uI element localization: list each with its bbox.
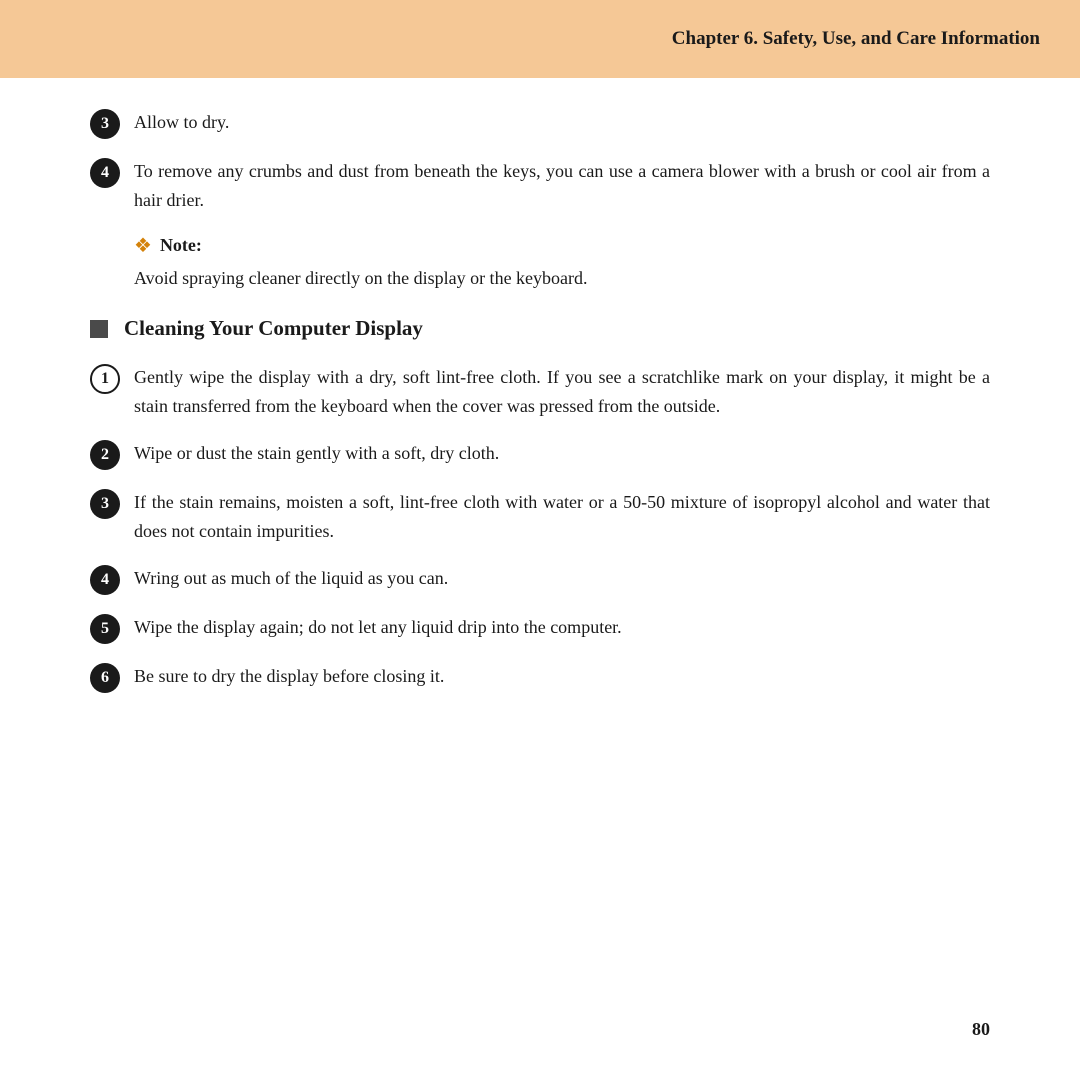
display-text-4: Wring out as much of the liquid as you c… bbox=[134, 564, 990, 593]
item-text-3: Allow to dry. bbox=[134, 108, 990, 137]
display-num-6: 6 bbox=[90, 663, 120, 693]
display-item-5: 5 Wipe the display again; do not let any… bbox=[90, 613, 990, 644]
item-number-4: 4 bbox=[90, 158, 120, 188]
display-num-3: 3 bbox=[90, 489, 120, 519]
section-title: Cleaning Your Computer Display bbox=[124, 316, 423, 341]
display-num-5: 5 bbox=[90, 614, 120, 644]
note-label: Note: bbox=[160, 235, 202, 256]
initial-item-4: 4 To remove any crumbs and dust from ben… bbox=[90, 157, 990, 215]
display-item-3: 3 If the stain remains, moisten a soft, … bbox=[90, 488, 990, 546]
display-num-4: 4 bbox=[90, 565, 120, 595]
content: 3 Allow to dry. 4 To remove any crumbs a… bbox=[0, 78, 1080, 741]
display-text-1: Gently wipe the display with a dry, soft… bbox=[134, 363, 990, 421]
display-item-4: 4 Wring out as much of the liquid as you… bbox=[90, 564, 990, 595]
page-number: 80 bbox=[972, 1019, 990, 1040]
display-text-5: Wipe the display again; do not let any l… bbox=[134, 613, 990, 642]
display-num-2: 2 bbox=[90, 440, 120, 470]
display-text-3: If the stain remains, moisten a soft, li… bbox=[134, 488, 990, 546]
display-item-2: 2 Wipe or dust the stain gently with a s… bbox=[90, 439, 990, 470]
display-item-1: 1 Gently wipe the display with a dry, so… bbox=[90, 363, 990, 421]
initial-item-3: 3 Allow to dry. bbox=[90, 108, 990, 139]
display-text-6: Be sure to dry the display before closin… bbox=[134, 662, 990, 691]
section-square-icon bbox=[90, 320, 108, 338]
note-text: Avoid spraying cleaner directly on the d… bbox=[134, 264, 990, 293]
chapter-title: Chapter 6. Safety, Use, and Care Informa… bbox=[672, 28, 1040, 49]
display-text-2: Wipe or dust the stain gently with a sof… bbox=[134, 439, 990, 468]
item-text-4: To remove any crumbs and dust from benea… bbox=[134, 157, 990, 215]
display-num-1: 1 bbox=[90, 364, 120, 394]
display-item-6: 6 Be sure to dry the display before clos… bbox=[90, 662, 990, 693]
header: Chapter 6. Safety, Use, and Care Informa… bbox=[0, 0, 1080, 78]
note-header: ❖ Note: bbox=[134, 233, 990, 258]
section-heading: Cleaning Your Computer Display bbox=[90, 316, 990, 341]
item-number-3: 3 bbox=[90, 109, 120, 139]
note-diamond-icon: ❖ bbox=[134, 233, 152, 258]
note-box: ❖ Note: Avoid spraying cleaner directly … bbox=[134, 233, 990, 293]
